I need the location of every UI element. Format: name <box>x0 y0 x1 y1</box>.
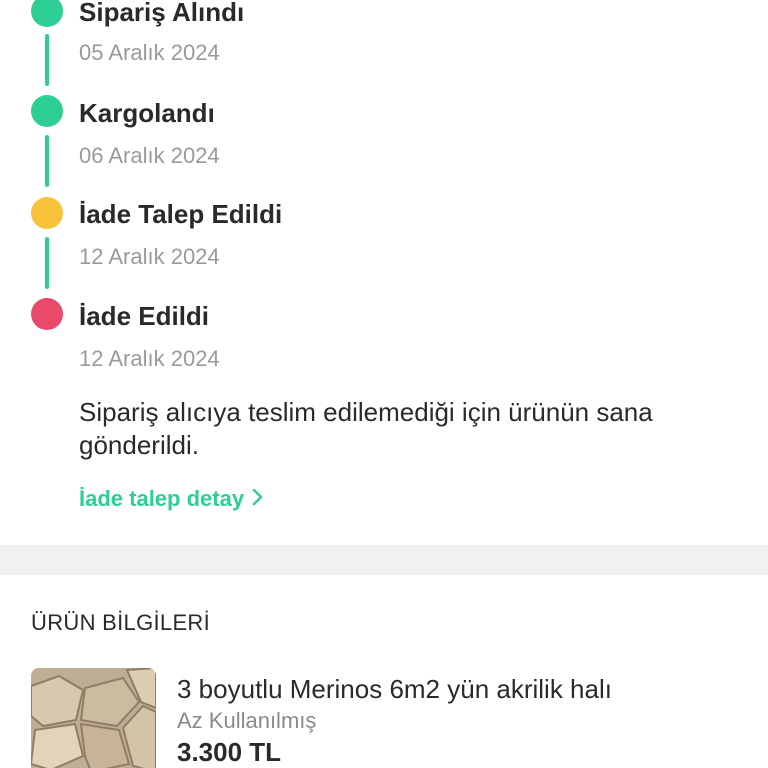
return-request-detail-link[interactable]: İade talep detay <box>79 486 264 512</box>
step-date-received: 05 Aralık 2024 <box>79 40 220 65</box>
product-name[interactable]: 3 boyutlu Merinos 6m2 yün akrilik halı <box>177 674 612 705</box>
step-date-returned: 12 Aralık 2024 <box>79 346 220 371</box>
order-detail-page: Sipariş Alındı 05 Aralık 2024 Kargolandı… <box>0 0 768 768</box>
timeline-connector <box>45 34 49 86</box>
status-dot-received <box>31 0 63 27</box>
timeline-connector <box>45 135 49 187</box>
timeline-connector <box>45 237 49 289</box>
product-price: 3.300 TL <box>177 737 282 767</box>
return-request-detail-label: İade talep detay <box>79 486 245 511</box>
product-info-heading: ÜRÜN BİLGİLERİ <box>31 610 211 635</box>
step-title-received: Sipariş Alındı <box>79 0 245 27</box>
return-note: Sipariş alıcıya teslim edilemediği için … <box>79 397 653 460</box>
step-title-shipped: Kargolandı <box>79 98 215 128</box>
product-condition: Az Kullanılmış <box>177 708 317 733</box>
step-date-return-requested: 12 Aralık 2024 <box>79 244 220 269</box>
section-divider <box>0 545 768 575</box>
status-dot-return-requested <box>31 197 63 229</box>
status-dot-shipped <box>31 95 63 127</box>
step-title-return-requested: İade Talep Edildi <box>79 199 283 229</box>
step-title-returned: İade Edildi <box>79 301 210 331</box>
order-status-timeline: Sipariş Alındı 05 Aralık 2024 Kargolandı… <box>0 0 768 545</box>
status-dot-returned <box>31 298 63 330</box>
product-image[interactable] <box>31 668 156 768</box>
step-date-shipped: 06 Aralık 2024 <box>79 143 220 168</box>
chevron-right-icon <box>252 486 264 512</box>
